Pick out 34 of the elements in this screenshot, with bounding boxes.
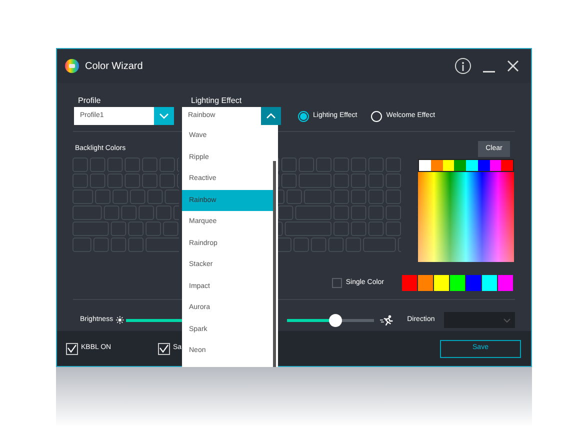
chevron-down-icon bbox=[503, 318, 511, 322]
running-figure-icon bbox=[380, 314, 394, 326]
close-button[interactable] bbox=[507, 60, 519, 72]
palette-swatch[interactable] bbox=[490, 160, 502, 171]
palette-swatch[interactable] bbox=[478, 160, 490, 171]
close-icon bbox=[507, 60, 519, 72]
color-swatch[interactable] bbox=[434, 275, 449, 291]
palette-swatch[interactable] bbox=[466, 160, 478, 171]
slider-thumb[interactable] bbox=[328, 314, 342, 326]
info-button[interactable] bbox=[455, 58, 471, 74]
color-swatch[interactable] bbox=[418, 275, 433, 291]
sun-icon bbox=[116, 316, 124, 324]
checkbox[interactable] bbox=[332, 278, 342, 288]
chevron-down-icon bbox=[159, 113, 169, 119]
color-swatch[interactable] bbox=[402, 275, 417, 291]
palette-swatch[interactable] bbox=[501, 160, 513, 171]
color-swatch[interactable] bbox=[450, 275, 465, 291]
app-logo-icon bbox=[65, 59, 79, 73]
speed-slider[interactable] bbox=[286, 314, 374, 326]
palette-swatch[interactable] bbox=[454, 160, 466, 171]
palette-swatch[interactable] bbox=[430, 160, 442, 171]
info-icon bbox=[461, 62, 465, 70]
minimize-icon bbox=[483, 71, 495, 73]
color-swatch[interactable] bbox=[482, 275, 497, 291]
palette-swatch[interactable] bbox=[442, 160, 454, 171]
scrollbar[interactable] bbox=[273, 161, 276, 367]
color-swatch[interactable] bbox=[466, 275, 481, 291]
window-title: Color Wizard bbox=[85, 60, 143, 74]
color-spectrum[interactable] bbox=[418, 172, 514, 262]
field-label: Lighting Effect bbox=[190, 95, 243, 107]
radio-button[interactable] bbox=[298, 110, 309, 122]
color-swatch[interactable] bbox=[498, 275, 513, 291]
field-label: Profile bbox=[77, 95, 102, 107]
palette-swatch[interactable] bbox=[419, 160, 431, 171]
